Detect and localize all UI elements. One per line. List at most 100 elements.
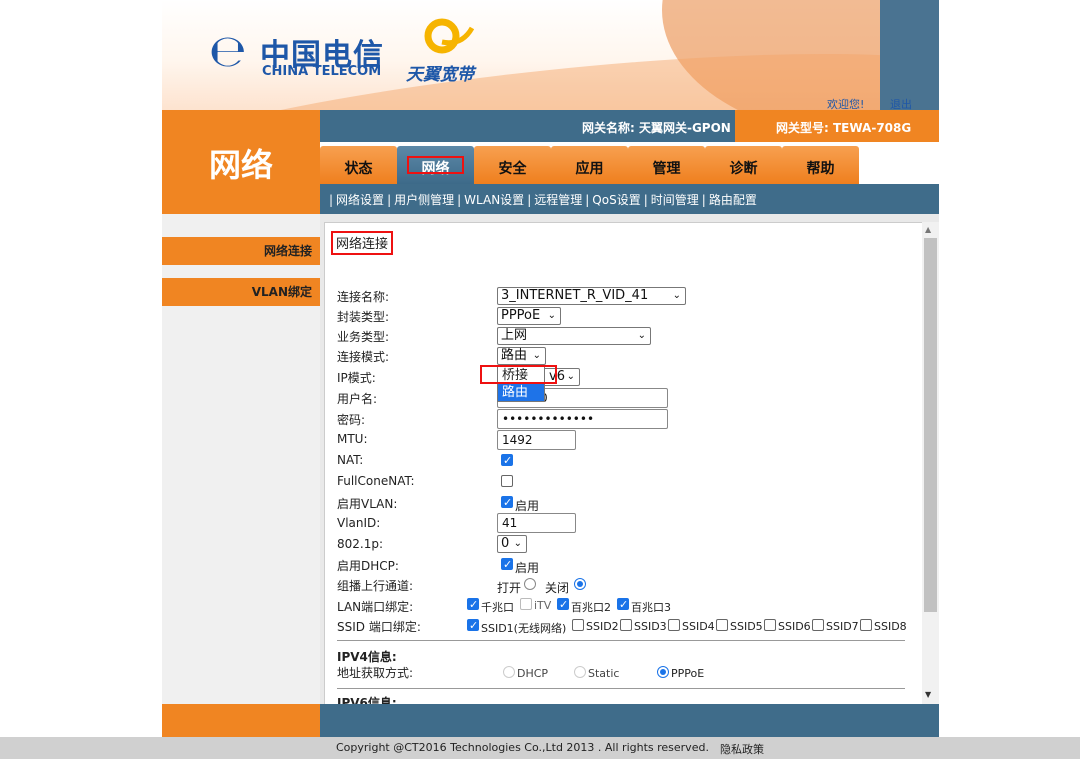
- tab-network[interactable]: 网络: [397, 146, 474, 184]
- 8021p-select[interactable]: 0 ⌄: [497, 535, 527, 553]
- ssid4-text: SSID4: [682, 620, 715, 633]
- ipv6-heading: IPV6信息:: [337, 696, 397, 704]
- encap-value: PPPoE: [501, 308, 541, 323]
- lan-port-itv-text: iTV: [534, 599, 552, 612]
- tianyi-broadband-text: 天翼宽带: [406, 65, 474, 85]
- service-select[interactable]: 上网 ⌄: [497, 327, 651, 345]
- encap-select[interactable]: PPPoE ⌄: [497, 307, 561, 325]
- nat-checkbox[interactable]: [501, 454, 513, 466]
- panel-title: 网络连接: [331, 231, 394, 255]
- ip-mode-label: IP模式:: [337, 371, 376, 385]
- subnav-time[interactable]: 时间管理: [649, 193, 701, 207]
- tianyi-logo-icon: [424, 18, 474, 54]
- multicast-off-text: 关闭: [545, 581, 570, 595]
- sidebar-item-vlan-binding[interactable]: VLAN绑定: [162, 278, 320, 306]
- addr-pppoe-radio[interactable]: [657, 666, 669, 678]
- copyright-text: Copyright @CT2016 Technologies Co.,Ltd 2…: [336, 741, 709, 754]
- mode-select[interactable]: 路由 ⌄: [497, 347, 546, 365]
- china-telecom-logo-icon: ℮: [209, 26, 247, 77]
- dhcp-checkbox[interactable]: [501, 558, 513, 570]
- tab-diagnostics[interactable]: 诊断: [705, 146, 782, 184]
- ssid2-checkbox[interactable]: [572, 619, 584, 631]
- ssid7-checkbox[interactable]: [812, 619, 824, 631]
- footer-left-block: [162, 704, 320, 737]
- tab-management[interactable]: 管理: [628, 146, 705, 184]
- ssid4-checkbox[interactable]: [668, 619, 680, 631]
- subnav-network-settings[interactable]: 网络设置: [334, 193, 386, 207]
- multicast-off-radio[interactable]: [574, 578, 586, 590]
- lan-port-3-text: 百兆口3: [631, 601, 671, 614]
- addr-dhcp-radio[interactable]: [503, 666, 515, 678]
- lan-port-2-text: 百兆口2: [571, 601, 611, 614]
- ssid2-text: SSID2: [586, 620, 619, 633]
- tab-security[interactable]: 安全: [474, 146, 551, 184]
- ssid6-checkbox[interactable]: [764, 619, 776, 631]
- addr-static-text: Static: [588, 667, 620, 680]
- addr-label: 地址获取方式:: [337, 666, 414, 680]
- vlan-enable-text: 启用: [515, 499, 540, 513]
- sidebar-item-network-connection[interactable]: 网络连接: [162, 237, 320, 265]
- vlan-enable-label: 启用VLAN:: [337, 497, 398, 511]
- subnav-links: | 网络设置 | 用户侧管理 | WLAN设置 | 远程管理 | QoS设置 | 时间管理 | 路由配置: [329, 193, 759, 207]
- chevron-down-icon: ⌄: [566, 371, 575, 382]
- lan-port-3-checkbox[interactable]: [617, 598, 629, 610]
- fullcone-label: FullConeNAT:: [337, 474, 415, 488]
- logo-en-text: CHINA TELECOM: [262, 64, 382, 79]
- section-title: 网络: [208, 146, 273, 184]
- ssid1-checkbox[interactable]: [467, 619, 479, 631]
- pwd-label: 密码:: [337, 413, 366, 427]
- privacy-link[interactable]: 隐私政策: [720, 741, 764, 757]
- gateway-name: 网关名称: 天翼网关-GPON: [582, 121, 731, 135]
- vlan-enable-checkbox[interactable]: [501, 496, 513, 508]
- lan-bind-label: LAN端口绑定:: [337, 600, 414, 614]
- ssid6-text: SSID6: [778, 620, 811, 633]
- lan-port-1-checkbox[interactable]: [467, 598, 479, 610]
- ssid-bind-label: SSID 端口绑定:: [337, 620, 421, 634]
- addr-dhcp-text: DHCP: [517, 667, 549, 680]
- mtu-field[interactable]: 1492: [497, 430, 576, 450]
- subnav-remote[interactable]: 远程管理: [532, 193, 584, 207]
- mode-option-route[interactable]: 路由: [498, 384, 544, 401]
- ssid3-text: SSID3: [634, 620, 667, 633]
- 8021p-label: 802.1p:: [337, 537, 384, 551]
- ssid7-text: SSID7: [826, 620, 859, 633]
- lan-port-1-text: 千兆口: [481, 601, 514, 614]
- dhcp-label: 启用DHCP:: [337, 559, 399, 573]
- scrollbar-thumb[interactable]: [924, 238, 937, 612]
- ssid8-checkbox[interactable]: [860, 619, 872, 631]
- multicast-on-text: 打开: [497, 581, 522, 595]
- fullcone-checkbox[interactable]: [501, 475, 513, 487]
- vlanid-label: VlanID:: [337, 516, 381, 530]
- subnav-user-side[interactable]: 用户侧管理: [392, 193, 456, 207]
- conn-name-label: 连接名称:: [337, 290, 390, 304]
- lan-port-2-checkbox[interactable]: [557, 598, 569, 610]
- subnav-qos[interactable]: QoS设置: [590, 193, 642, 207]
- footer-right-block: [320, 704, 939, 737]
- encap-label: 封装类型:: [337, 310, 390, 324]
- multicast-on-radio[interactable]: [524, 578, 536, 590]
- chevron-down-icon: ⌄: [532, 350, 541, 361]
- chevron-down-icon: ⌄: [513, 538, 522, 549]
- ssid1-text: SSID1(无线网络): [481, 622, 567, 635]
- addr-static-radio[interactable]: [574, 666, 586, 678]
- user-label: 用户名:: [337, 392, 378, 406]
- lan-port-itv-checkbox[interactable]: [520, 598, 532, 610]
- chevron-down-icon: ⌄: [637, 330, 646, 341]
- tab-status[interactable]: 状态: [320, 146, 397, 184]
- ssid8-text: SSID8: [874, 620, 907, 633]
- divider: [337, 688, 905, 689]
- tab-apps[interactable]: 应用: [551, 146, 628, 184]
- subnav-wlan[interactable]: WLAN设置: [462, 193, 526, 207]
- multicast-label: 组播上行通道:: [337, 579, 414, 593]
- subnav-routing[interactable]: 路由配置: [707, 193, 759, 207]
- scroll-down-icon[interactable]: ▼: [925, 690, 931, 699]
- password-field[interactable]: •••••••••••••: [497, 409, 668, 429]
- scroll-up-icon[interactable]: ▲: [925, 225, 931, 234]
- conn-name-select[interactable]: 3_INTERNET_R_VID_41 ⌄: [497, 287, 686, 305]
- ssid5-checkbox[interactable]: [716, 619, 728, 631]
- tab-help[interactable]: 帮助: [782, 146, 859, 184]
- service-label: 业务类型:: [337, 330, 390, 344]
- ssid3-checkbox[interactable]: [620, 619, 632, 631]
- service-value: 上网: [501, 328, 528, 343]
- vlanid-field[interactable]: 41: [497, 513, 576, 533]
